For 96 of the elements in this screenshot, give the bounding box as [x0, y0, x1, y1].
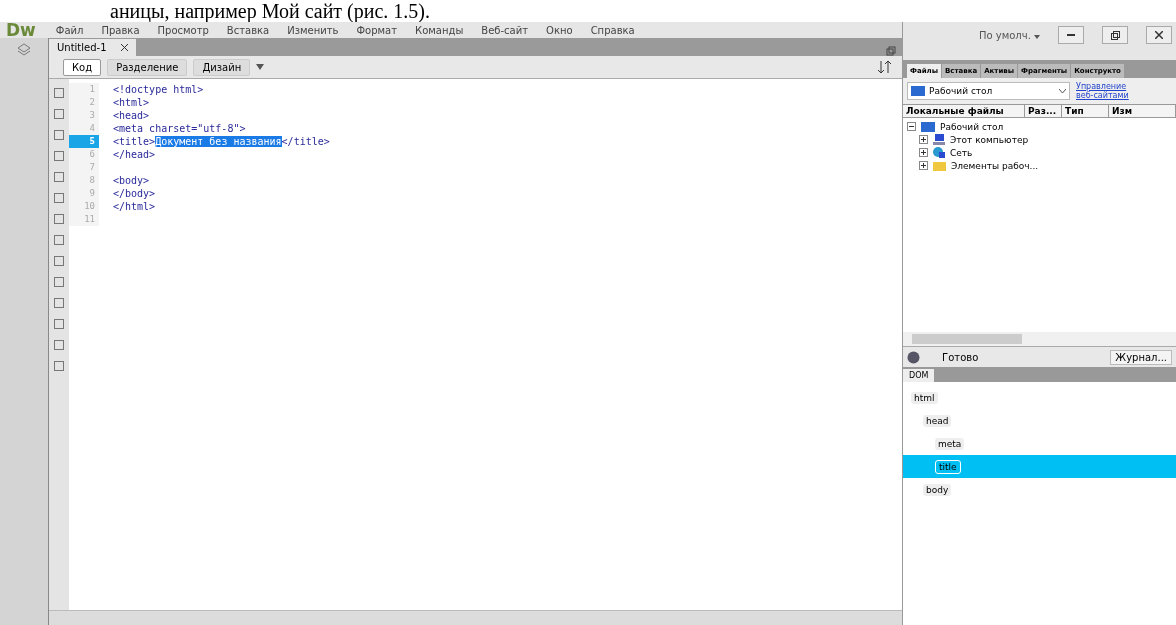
computer-icon [933, 134, 945, 145]
line-number: 7 [69, 161, 99, 174]
column-header[interactable]: Тип [1062, 105, 1109, 117]
menu-item[interactable]: Изменить [287, 24, 339, 36]
monitor-icon [911, 86, 925, 96]
network-icon [933, 147, 945, 158]
tool-icon[interactable] [53, 171, 65, 183]
column-header[interactable]: Локальные файлы [903, 105, 1025, 117]
line-number: 4 [69, 122, 99, 135]
dom-node-label[interactable]: meta [935, 437, 965, 450]
expand-toggle-icon[interactable] [919, 161, 928, 170]
page-caption: аницы, например Мой сайт (рис. 1.5). [109, 0, 431, 22]
sort-icon[interactable] [878, 61, 892, 73]
view-button[interactable]: Разделение [107, 58, 188, 76]
menu-item[interactable]: Файл [55, 24, 84, 36]
tool-icon[interactable] [53, 276, 65, 288]
dom-node-label[interactable]: head [923, 414, 952, 427]
dom-row[interactable]: meta [903, 432, 1176, 455]
dom-row[interactable]: html [903, 386, 1176, 409]
dom-node-label[interactable]: body [923, 483, 952, 496]
app-logo: Dw [6, 20, 36, 40]
close-button[interactable] [1146, 26, 1172, 44]
monitor-icon [921, 121, 935, 132]
selected-dom-row[interactable]: title [903, 455, 1176, 478]
tool-icon[interactable] [53, 234, 65, 246]
menu-item[interactable]: Вставка [226, 24, 270, 36]
tool-icon[interactable] [53, 213, 65, 225]
tool-icon[interactable] [53, 87, 65, 99]
collapse-toggle-icon[interactable] [907, 122, 916, 131]
view-button[interactable]: Код [63, 58, 102, 76]
line-number: 9 [69, 187, 99, 200]
line-number: 11 [69, 213, 99, 226]
line-number: 5 [69, 135, 99, 148]
code-line: <html> [112, 97, 150, 108]
dom-node-label[interactable]: title [935, 459, 961, 474]
minimize-icon [1067, 34, 1075, 36]
chevron-down-icon [1059, 88, 1066, 94]
minimize-button[interactable] [1058, 26, 1084, 44]
dom-row[interactable]: head [903, 409, 1176, 432]
line-number: 3 [69, 109, 99, 122]
code-line: <head> [112, 110, 150, 121]
code-line: <body> [112, 175, 150, 186]
dom-row[interactable]: body [903, 478, 1176, 501]
horizontal-scrollbar[interactable] [903, 332, 1176, 346]
code-line: </head> [112, 149, 156, 160]
tool-icon[interactable] [53, 108, 65, 120]
window-restore-icon[interactable] [886, 46, 896, 56]
column-header[interactable]: Раз... [1025, 105, 1062, 117]
code-line: </html> [112, 201, 156, 212]
view-button[interactable]: Дизайн [193, 58, 251, 76]
tool-icon[interactable] [53, 318, 65, 330]
tool-icon[interactable] [53, 255, 65, 267]
menu-item[interactable]: Справка [590, 24, 635, 36]
menu-item[interactable]: Правка [101, 24, 140, 36]
dom-tab[interactable]: DOM [903, 369, 935, 382]
expand-toggle-icon[interactable] [919, 135, 928, 144]
expand-toggle-icon[interactable] [919, 148, 928, 157]
tool-icon[interactable] [53, 129, 65, 141]
restore-button[interactable] [1102, 26, 1128, 44]
line-number: 8 [69, 174, 99, 187]
dom-node-label[interactable]: html [911, 391, 938, 404]
column-header[interactable]: Изм [1109, 105, 1176, 117]
restore-icon [1110, 30, 1120, 40]
tool-icon[interactable] [53, 150, 65, 162]
tree-item-label[interactable]: Рабочий стол [940, 121, 1004, 132]
tree-item-label[interactable]: Сеть [950, 147, 973, 158]
panel-status: Готово [942, 351, 979, 363]
layers-icon[interactable] [16, 42, 32, 58]
code-line: </body> [112, 188, 156, 199]
dropdown-caret-icon[interactable] [256, 64, 265, 70]
tool-icon[interactable] [53, 360, 65, 372]
document-tab[interactable]: Untitled-1 [49, 39, 136, 56]
folder-icon [933, 160, 946, 171]
menu-item[interactable]: Веб-сайт [481, 24, 529, 36]
line-number: 6 [69, 148, 99, 161]
manage-sites-link[interactable]: Управление веб-сайтами [1076, 82, 1136, 100]
tool-icon[interactable] [53, 339, 65, 351]
close-icon [1155, 31, 1163, 39]
close-icon[interactable] [120, 44, 128, 51]
log-button[interactable]: Журнал... [1110, 349, 1172, 365]
workspace-switcher[interactable]: По умолч. [978, 30, 1040, 41]
tool-icon[interactable] [53, 297, 65, 309]
caret-icon [1034, 35, 1040, 39]
menu-item[interactable]: Формат [356, 24, 398, 36]
tree-item-label[interactable]: Элементы рабоч... [951, 160, 1039, 171]
line-number: 10 [69, 200, 99, 213]
site-select[interactable]: Рабочий стол [907, 82, 1070, 100]
line-number: 1 [69, 83, 99, 96]
line-number: 2 [69, 96, 99, 109]
menu-item[interactable]: Окно [546, 24, 573, 36]
tree-item-label[interactable]: Этот компьютер [950, 134, 1029, 145]
menu-item[interactable]: Просмотр [157, 24, 209, 36]
menu-item[interactable]: Команды [415, 24, 464, 36]
code-line: <meta charset="utf-8"> [112, 123, 246, 134]
code-line: <!doctype html> [112, 84, 204, 95]
tool-icon[interactable] [53, 192, 65, 204]
